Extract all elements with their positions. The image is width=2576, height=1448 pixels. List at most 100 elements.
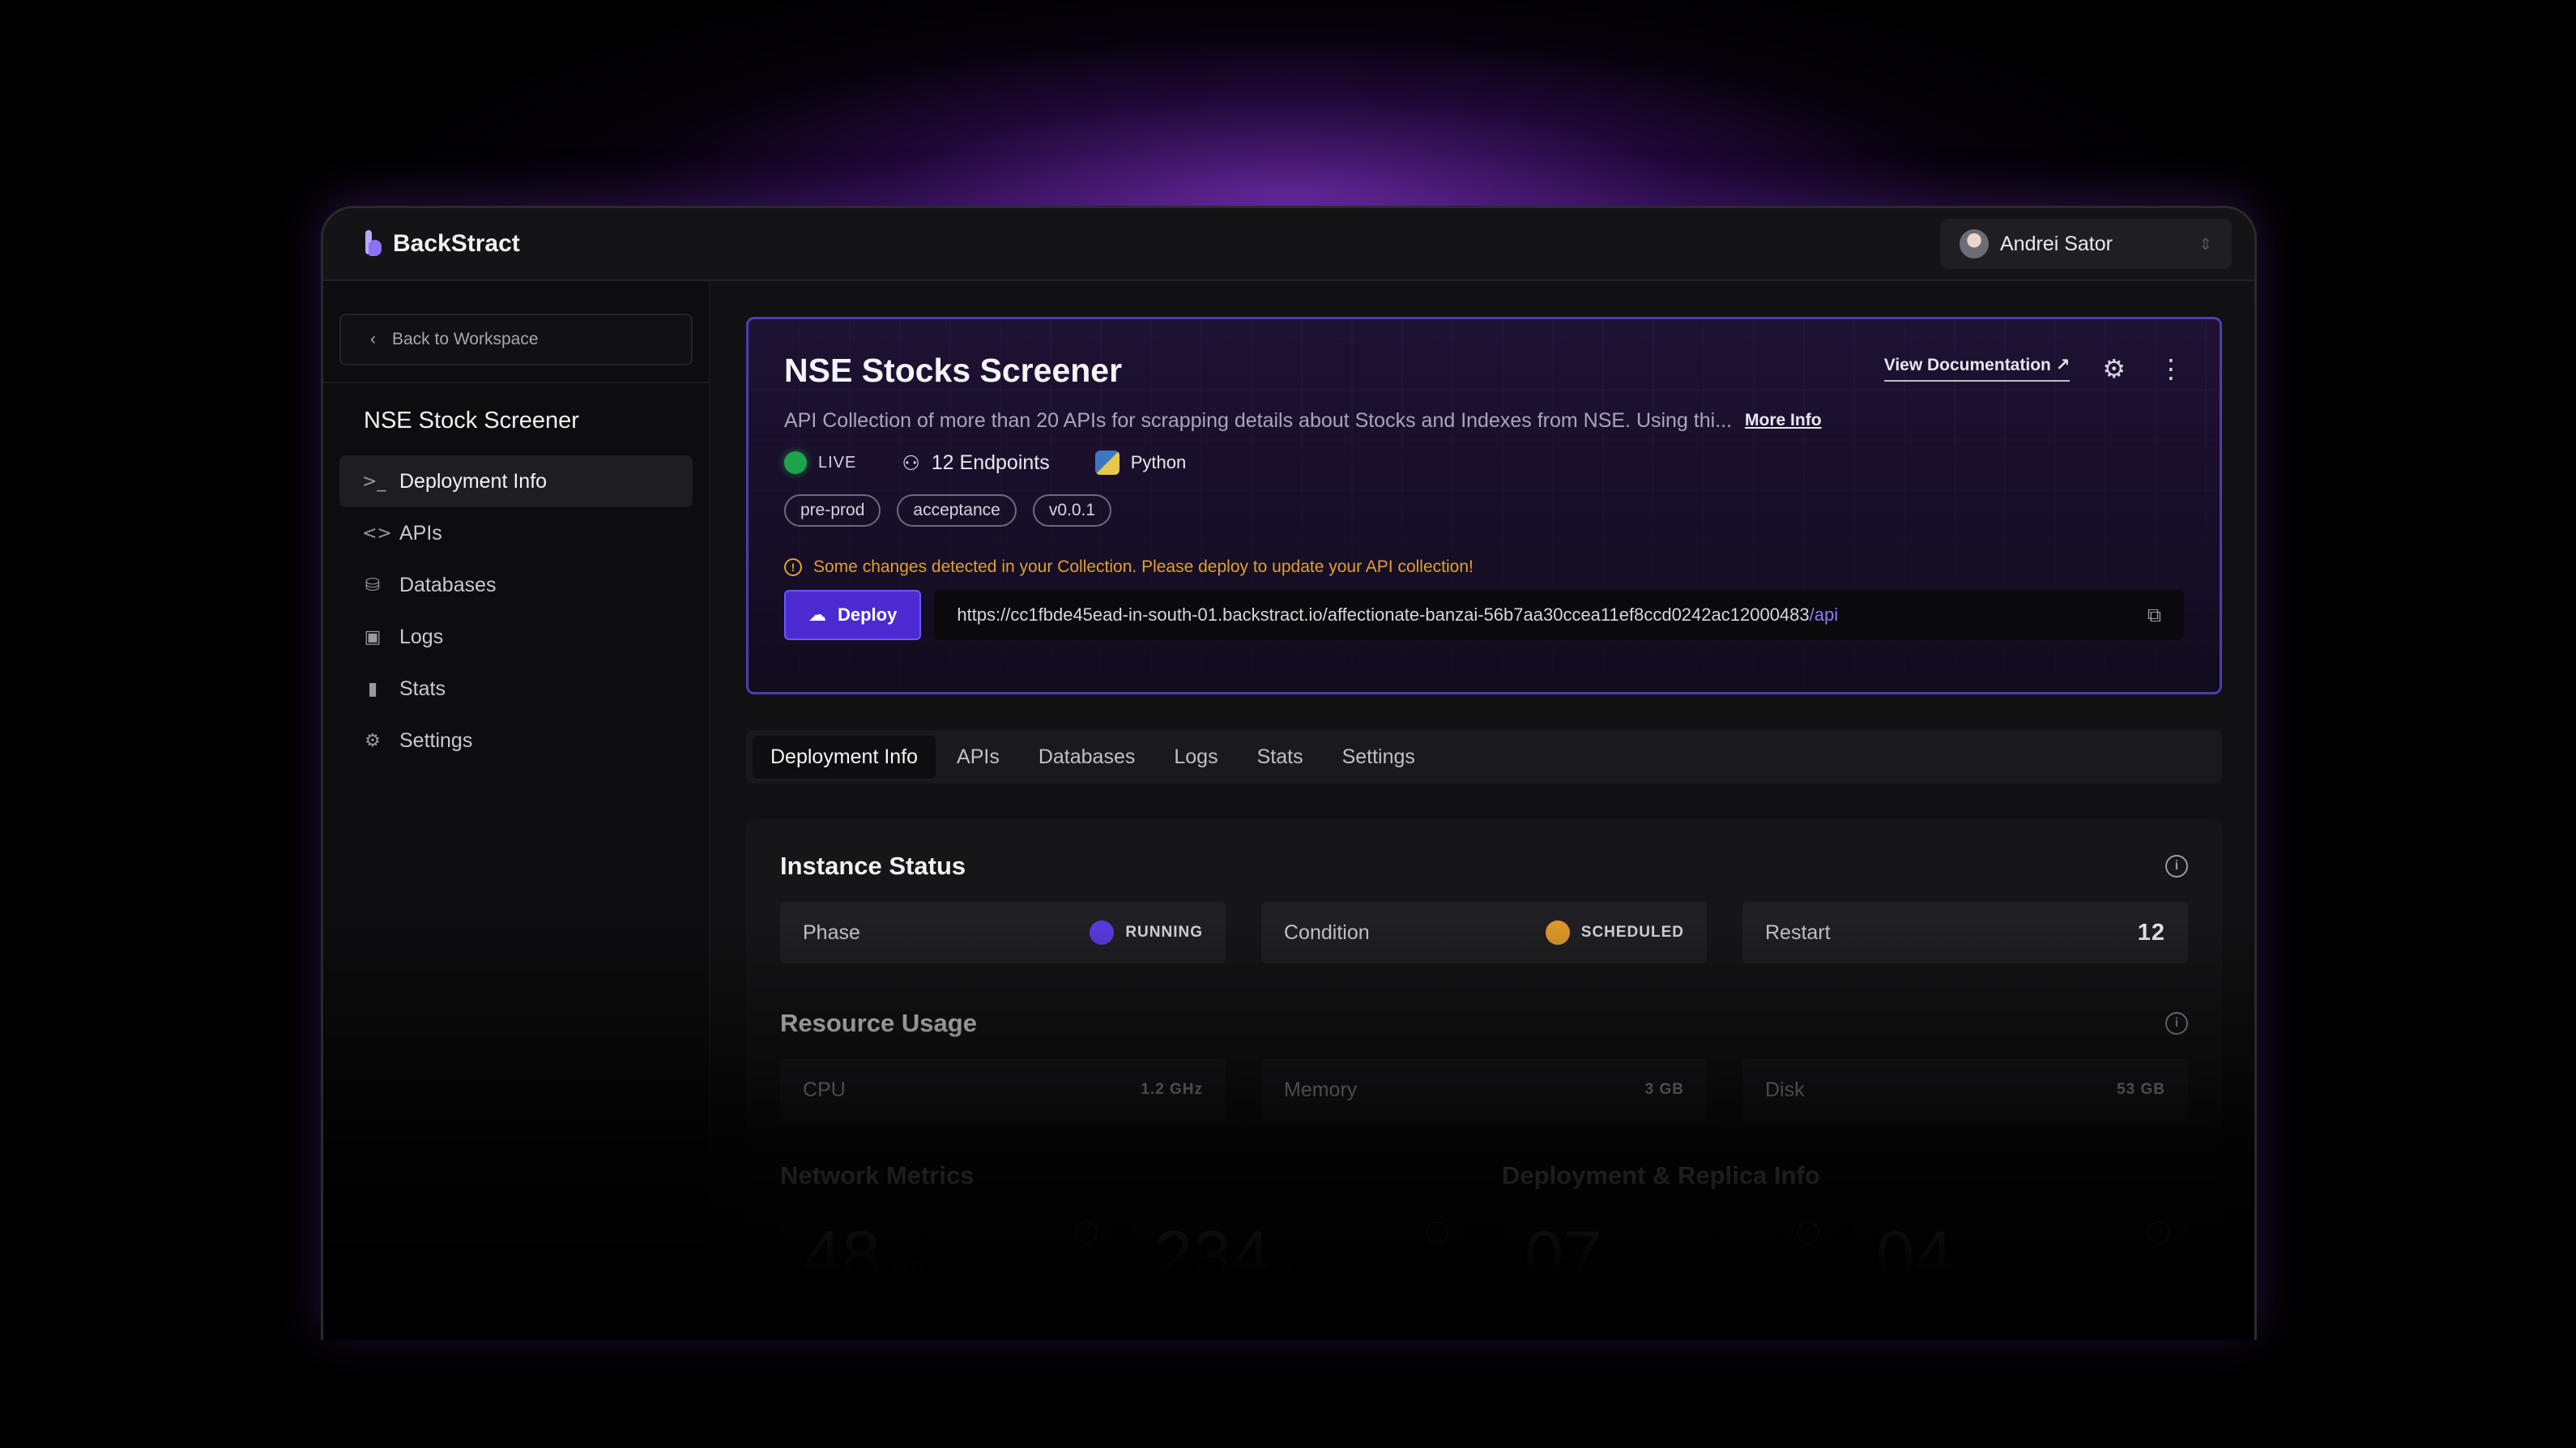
collection-header-card: NSE Stocks Screener View Documentation ↗… <box>746 317 2222 694</box>
more-vertical-icon[interactable]: ⋮ <box>2158 356 2184 382</box>
python-icon <box>1094 451 1120 475</box>
sidebar-item-label: Logs <box>399 625 444 648</box>
warning-text: Some changes detected in your Collection… <box>813 557 1474 576</box>
main-content: NSE Stocks Screener View Documentation ↗… <box>710 281 2254 1340</box>
sidebar-item-apis[interactable]: <> APIs <box>339 507 693 559</box>
resource-usage-header: Resource Usage i <box>780 1009 2188 1038</box>
condition-card: Condition SCHEDULED <box>1261 902 1707 963</box>
api-url-field[interactable]: https://cc1fbde45ead-in-south-01.backstr… <box>934 590 2184 640</box>
api-url-base: https://cc1fbde45ead-in-south-01.backstr… <box>957 604 1810 625</box>
gear-icon[interactable]: ⚙ <box>2102 356 2126 382</box>
tag-list: pre-prod acceptance v0.0.1 <box>784 494 2184 527</box>
sidebar: ‹ Back to Workspace NSE Stock Screener >… <box>323 281 710 1340</box>
restart-value: 12 <box>2137 919 2165 946</box>
condition-label: Condition <box>1284 920 1370 944</box>
restart-card: Restart 12 <box>1742 902 2188 963</box>
info-icon[interactable] <box>2147 1221 2170 1244</box>
restart-label: Restart <box>1765 920 1831 944</box>
warning-icon: ! <box>784 558 802 576</box>
memory-label: Memory <box>1284 1078 1358 1101</box>
tab-stats[interactable]: Stats <box>1239 736 1321 779</box>
network-metrics-cards: 48 MB 234 K <box>780 1207 1466 1320</box>
replica-metric-card: 07 <box>1502 1207 1837 1320</box>
live-status-dot-icon <box>784 451 807 474</box>
user-name: Andrei Sator <box>2000 232 2113 255</box>
info-icon[interactable] <box>1426 1221 1448 1244</box>
back-to-workspace-button[interactable]: ‹ Back to Workspace <box>339 314 693 365</box>
sidebar-item-deployment-info[interactable]: >_ Deployment Info <box>339 455 693 507</box>
backstract-logo-icon <box>364 230 382 258</box>
disk-card: Disk 53 GB <box>1742 1059 2188 1121</box>
external-link-icon: ↗ <box>2055 356 2071 374</box>
info-icon[interactable]: i <box>2165 1012 2188 1035</box>
description: API Collection of more than 20 APIs for … <box>784 409 2184 433</box>
phase-status: RUNNING <box>1090 920 1203 945</box>
api-url-suffix: /api <box>1809 604 1839 625</box>
avatar <box>1960 229 1989 258</box>
copy-icon[interactable]: ⧉ <box>2147 604 2161 626</box>
resource-usage-cards: CPU 1.2 GHz Memory 3 GB Disk 53 GB <box>780 1059 2188 1121</box>
sidebar-item-settings[interactable]: ⚙ Settings <box>339 715 693 767</box>
phase-label: Phase <box>803 920 860 944</box>
cloud-upload-icon: ☁ <box>808 604 826 626</box>
more-info-link[interactable]: More Info <box>1745 409 1822 433</box>
deploy-row: ☁ Deploy https://cc1fbde45ead-in-south-0… <box>784 590 2184 640</box>
bar-chart-icon: ▮ <box>367 678 378 699</box>
phase-value: RUNNING <box>1125 924 1203 941</box>
scheduled-dot-icon <box>1545 920 1570 945</box>
tab-deployment-info[interactable]: Deployment Info <box>753 735 936 779</box>
info-icon[interactable] <box>1074 1221 1098 1244</box>
sidebar-item-label: Deployment Info <box>399 469 548 493</box>
deployment-info-panel: Instance Status i Phase RUNNING Conditio… <box>746 819 2222 1340</box>
deploy-label: Deploy <box>838 604 898 625</box>
collection-meta: LIVE ⚇ 12 Endpoints Python <box>784 451 2184 475</box>
sidebar-item-logs[interactable]: ▣ Logs <box>339 611 693 663</box>
cpu-card: CPU 1.2 GHz <box>780 1059 1226 1121</box>
info-icon[interactable]: i <box>2165 855 2188 878</box>
network-metric-card: 234 K <box>1131 1207 1466 1320</box>
sidebar-item-label: Databases <box>399 573 497 596</box>
live-status: LIVE <box>784 451 856 474</box>
deploy-button[interactable]: ☁ Deploy <box>784 590 922 640</box>
divider <box>323 382 709 383</box>
sidebar-item-label: Settings <box>399 728 473 752</box>
sidebar-item-databases[interactable]: ⛁ Databases <box>339 559 693 611</box>
gear-icon: ⚙ <box>365 730 381 751</box>
tag[interactable]: v0.0.1 <box>1032 494 1112 527</box>
disk-label: Disk <box>1765 1078 1805 1101</box>
app-window: BackStract Andrei Sator ⇕ ‹ Back to Work… <box>321 206 2257 1340</box>
info-icon[interactable] <box>1796 1221 1819 1244</box>
cpu-value: 1.2 GHz <box>1141 1081 1203 1098</box>
network-metric-card: 48 MB <box>780 1207 1115 1320</box>
terminal-icon: >_ <box>362 471 386 492</box>
user-menu[interactable]: Andrei Sator ⇕ <box>1940 219 2232 269</box>
database-icon: ⛁ <box>365 575 381 596</box>
memory-card: Memory 3 GB <box>1261 1059 1707 1121</box>
view-documentation-link[interactable]: View Documentation ↗ <box>1883 355 2071 382</box>
instance-status-title: Instance Status <box>780 852 966 880</box>
replica-metric-card: 04 <box>1853 1207 2188 1320</box>
tab-settings[interactable]: Settings <box>1324 736 1433 779</box>
language-label: Python <box>1130 452 1187 472</box>
chevron-left-icon: ‹ <box>370 330 376 348</box>
brand[interactable]: BackStract <box>364 230 520 258</box>
metric-value: 48 <box>803 1217 881 1295</box>
tab-apis[interactable]: APIs <box>939 736 1017 779</box>
replica-info-title: Deployment & Replica Info <box>1502 1161 1820 1190</box>
tag[interactable]: pre-prod <box>784 494 881 527</box>
tab-databases[interactable]: Databases <box>1021 736 1154 779</box>
tab-logs[interactable]: Logs <box>1156 736 1235 779</box>
tag[interactable]: acceptance <box>897 494 1017 527</box>
metric-value: 07 <box>1525 1217 1602 1295</box>
sidebar-item-label: APIs <box>399 521 442 545</box>
header-actions: View Documentation ↗ ⚙ ⋮ <box>1883 355 2184 382</box>
metric-unit: K <box>1280 1258 1297 1285</box>
top-bar: BackStract Andrei Sator ⇕ <box>323 208 2254 281</box>
sidebar-item-stats[interactable]: ▮ Stats <box>339 663 693 715</box>
project-name: NSE Stock Screener <box>364 408 579 434</box>
logs-icon: ▣ <box>364 626 382 647</box>
metric-value: 04 <box>1875 1217 1954 1295</box>
running-dot-icon <box>1090 920 1115 945</box>
disk-value: 53 GB <box>2117 1081 2165 1098</box>
replica-info-cards: 07 04 <box>1502 1207 2188 1320</box>
